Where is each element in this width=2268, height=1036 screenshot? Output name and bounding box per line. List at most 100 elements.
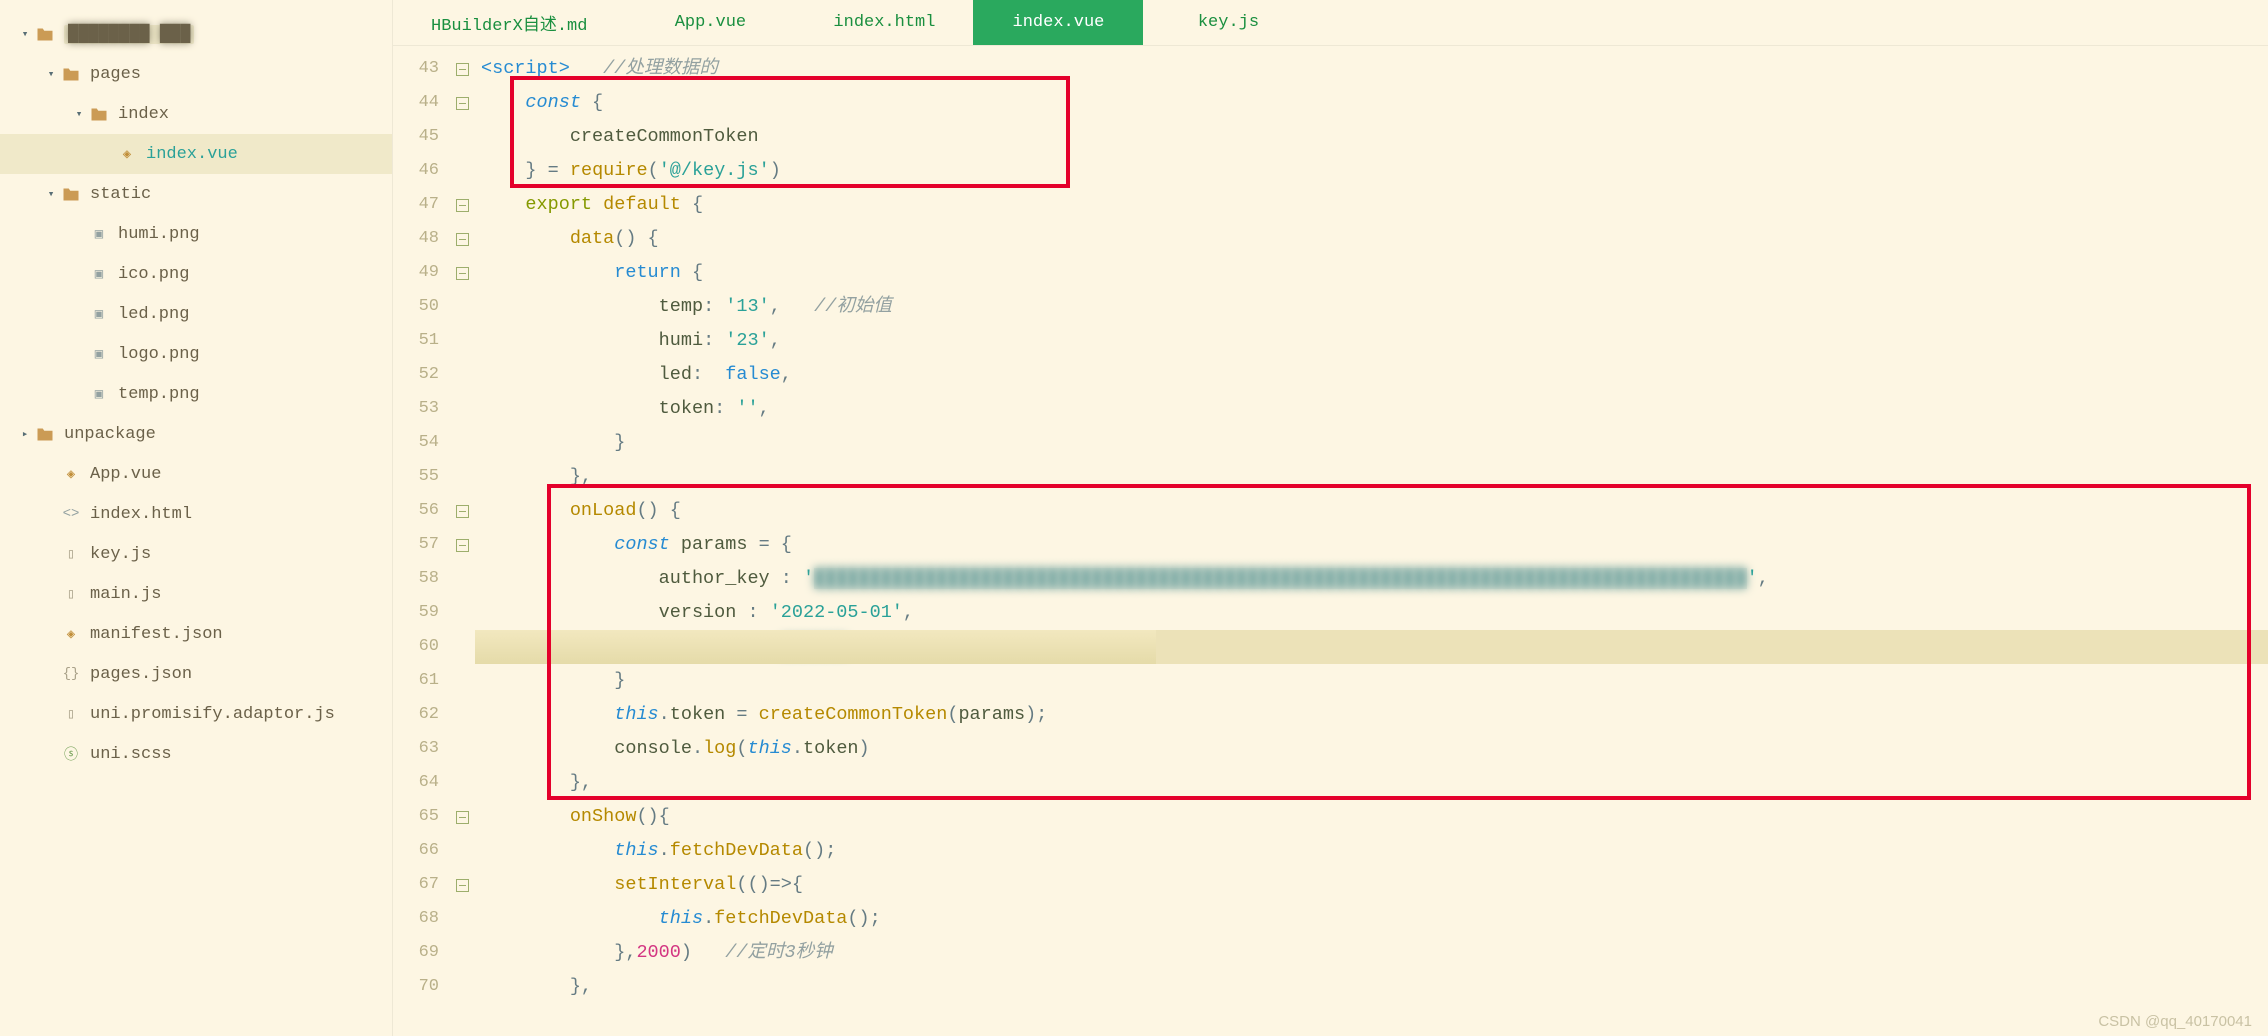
code-line: }, [475, 460, 2268, 494]
tree-label: unpackage [64, 425, 156, 444]
tree-file[interactable]: ▣humi.png [0, 214, 392, 254]
code-line: }, [475, 766, 2268, 800]
chevron-down-icon: ▾ [44, 67, 58, 81]
chevron-right-icon: ▸ [18, 427, 32, 441]
file-explorer: ▾ ████████ ███ ▾ pages ▾ index ◈ index.v… [0, 0, 393, 1036]
js-file-icon: ▯ [62, 705, 80, 723]
fold-toggle-icon[interactable] [456, 539, 469, 552]
tree-folder-static[interactable]: ▾ static [0, 174, 392, 214]
tree-file[interactable]: ▣ ico.png [0, 254, 392, 294]
folder-icon [36, 425, 54, 443]
tree-file[interactable]: ▯main.js [0, 574, 392, 614]
tree-file[interactable]: ◈ manifest.json [0, 614, 392, 654]
tree-file[interactable]: {}pages.json [0, 654, 392, 694]
tree-label: main.js [90, 585, 161, 604]
code-line: humi: '23', [475, 324, 2268, 358]
image-file-icon: ▣ [90, 265, 108, 283]
tree-folder-pages[interactable]: ▾ pages [0, 54, 392, 94]
code-line: } [475, 426, 2268, 460]
fold-toggle-icon[interactable] [456, 811, 469, 824]
tree-file[interactable]: <>index.html [0, 494, 392, 534]
tab-key-js[interactable]: key.js [1143, 0, 1313, 45]
gutter: 43444546 47484950 51525354 55565758 5960… [393, 46, 449, 1036]
code-line: const params = { [475, 528, 2268, 562]
code-line: },2000) //定时3秒钟 [475, 936, 2268, 970]
tree-file[interactable]: ▣led.png [0, 294, 392, 334]
code-line: onLoad() { [475, 494, 2268, 528]
code-line: }, [475, 970, 2268, 1004]
code-line: export default { [475, 188, 2268, 222]
fold-toggle-icon[interactable] [456, 199, 469, 212]
tree-folder-unpackage[interactable]: ▸ unpackage [0, 414, 392, 454]
tree-file[interactable]: ⓢ uni.scss [0, 734, 392, 774]
tree-label: pages [90, 65, 141, 84]
tab-index-vue[interactable]: index.vue [973, 0, 1143, 45]
tree-label: temp.png [118, 385, 200, 404]
tree-label: ico.png [118, 265, 189, 284]
tab-label: index.vue [1013, 13, 1105, 32]
tab-app-vue[interactable]: App.vue [625, 0, 795, 45]
code-line: <script> //处理数据的 [475, 52, 2268, 86]
tab-label: key.js [1198, 13, 1259, 32]
vue-file-icon: ◈ [62, 465, 80, 483]
scss-file-icon: ⓢ [62, 745, 80, 763]
tab-bar: HBuilderX自述.md App.vue index.html index.… [393, 0, 2268, 46]
tree-root-label: ████████ ███ [64, 25, 194, 44]
tree-file[interactable]: ▣logo.png [0, 334, 392, 374]
tree-label: index.vue [146, 145, 238, 164]
tree-file[interactable]: ▣temp.png [0, 374, 392, 414]
tree-label: static [90, 185, 151, 204]
fold-toggle-icon[interactable] [456, 63, 469, 76]
folder-icon [62, 65, 80, 83]
tree-file[interactable]: ▯uni.promisify.adaptor.js [0, 694, 392, 734]
code-line: return { [475, 256, 2268, 290]
code-line-current: user_id : '██████', [475, 630, 2268, 664]
chevron-down-icon: ▾ [18, 27, 32, 41]
watermark: CSDN @qq_40170041 [2098, 1013, 2252, 1030]
code-line: this.token = createCommonToken(params); [475, 698, 2268, 732]
code-line: data() { [475, 222, 2268, 256]
tree-label: manifest.json [90, 625, 223, 644]
tree-label: index [118, 105, 169, 124]
code-line: temp: '13', //初始值 [475, 290, 2268, 324]
fold-toggle-icon[interactable] [456, 233, 469, 246]
code-line: createCommonToken [475, 120, 2268, 154]
tab-label: index.html [833, 13, 935, 32]
tree-file[interactable]: ▯key.js [0, 534, 392, 574]
tree-label: led.png [118, 305, 189, 324]
code-line: onShow(){ [475, 800, 2268, 834]
tree-folder-index[interactable]: ▾ index [0, 94, 392, 134]
code-content[interactable]: <script> //处理数据的 const { createCommonTok… [475, 46, 2268, 1036]
tree-file[interactable]: ◈ App.vue [0, 454, 392, 494]
fold-toggle-icon[interactable] [456, 267, 469, 280]
code-line: version : '2022-05-01', [475, 596, 2268, 630]
fold-toggle-icon[interactable] [456, 505, 469, 518]
json-file-icon: ◈ [62, 625, 80, 643]
tree-label: pages.json [90, 665, 192, 684]
html-file-icon: <> [62, 505, 80, 523]
tab-index-html[interactable]: index.html [795, 0, 973, 45]
fold-column [449, 46, 475, 1036]
tree-label: logo.png [118, 345, 200, 364]
fold-toggle-icon[interactable] [456, 97, 469, 110]
code-line: console.log(this.token) [475, 732, 2268, 766]
code-line: led: false, [475, 358, 2268, 392]
folder-icon [62, 185, 80, 203]
tree-label: uni.scss [90, 745, 172, 764]
image-file-icon: ▣ [90, 225, 108, 243]
main-area: HBuilderX自述.md App.vue index.html index.… [393, 0, 2268, 1036]
code-editor[interactable]: 43444546 47484950 51525354 55565758 5960… [393, 46, 2268, 1036]
tab-hbuilderx-readme[interactable]: HBuilderX自述.md [393, 0, 625, 45]
code-line: token: '', [475, 392, 2268, 426]
code-line: } [475, 664, 2268, 698]
code-line: } = require('@/key.js') [475, 154, 2268, 188]
code-line: this.fetchDevData(); [475, 834, 2268, 868]
code-line: this.fetchDevData(); [475, 902, 2268, 936]
chevron-down-icon: ▾ [72, 107, 86, 121]
tree-root[interactable]: ▾ ████████ ███ [0, 14, 392, 54]
tab-label: HBuilderX自述.md [431, 10, 587, 36]
tab-label: App.vue [675, 13, 746, 32]
tree-file-index-vue[interactable]: ◈ index.vue [0, 134, 392, 174]
fold-toggle-icon[interactable] [456, 879, 469, 892]
tree-label: App.vue [90, 465, 161, 484]
